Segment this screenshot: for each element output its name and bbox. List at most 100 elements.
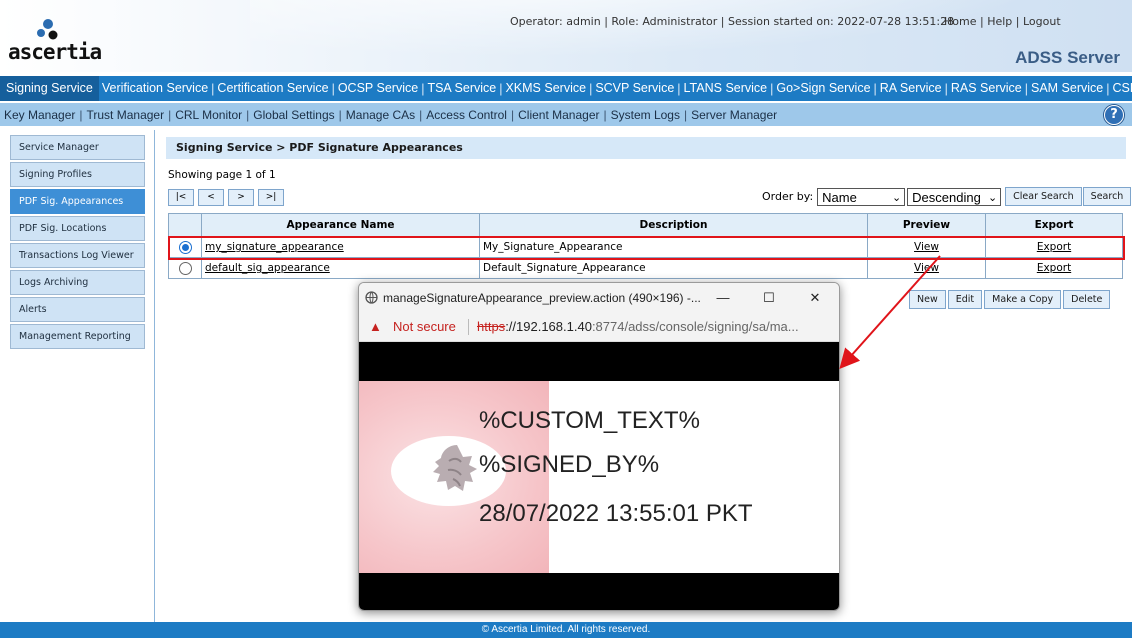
sub-nav: Key Manager | Trust Manager | CRL Monitor |… [0,103,1132,126]
sidebar-item-pdf-sig-appearances[interactable]: PDF Sig. Appearances [10,189,145,214]
warning-icon: ▲ [369,319,382,334]
nav-sam-service[interactable]: SAM Service [1028,76,1106,101]
last-page-button[interactable]: >| [258,189,284,206]
address-divider [468,319,469,335]
subnav-client-manager[interactable]: Client Manager [514,108,603,122]
sidebar-item-management-reporting[interactable]: Management Reporting [10,324,145,349]
preview-signed-by: %SIGNED_BY% [479,451,660,478]
breadcrumb: Signing Service > PDF Signature Appearan… [166,137,1126,159]
header: ascertia Operator: admin | Role: Adminis… [0,0,1132,72]
nav-scvp-service[interactable]: SCVP Service [592,76,677,101]
clear-search-button[interactable]: Clear Search [1005,187,1082,206]
table-header-row: Appearance Name Description Preview Expo… [168,213,1123,237]
nav-verification-service[interactable]: Verification Service [99,76,211,101]
appearance-name-link[interactable]: default_sig_appearance [205,262,330,274]
first-page-button[interactable]: |< [168,189,194,206]
order-direction-select[interactable]: Descending ⌄ [907,187,1002,206]
header-decoration [250,0,1132,72]
order-field-value: Name [822,189,857,205]
search-button[interactable]: Search [1082,187,1132,206]
export-link[interactable]: Export [1037,241,1071,253]
sidebar-item-transactions-log-viewer[interactable]: Transactions Log Viewer [10,243,145,268]
subnav-system-logs[interactable]: System Logs [607,108,684,122]
address-bar[interactable]: ▲ Not secure https://192.168.1.40:8774/a… [359,313,839,342]
subnav-global-settings[interactable]: Global Settings [249,108,338,122]
page-info: Showing page 1 of 1 [168,169,276,181]
help-icon[interactable]: ? [1104,105,1124,125]
subnav-key-manager[interactable]: Key Manager [0,108,79,122]
nav-tsa-service[interactable]: TSA Service [424,76,499,101]
nav-signing-service[interactable]: Signing Service [0,76,99,101]
export-cell: Export [985,236,1123,258]
subnav-manage-cas[interactable]: Manage CAs [342,108,419,122]
logo-text: ascertia [8,40,102,64]
divider [154,130,155,625]
sidebar-item-alerts[interactable]: Alerts [10,297,145,322]
column-header-preview: Preview [867,213,986,237]
name-cell: default_sig_appearance [201,257,480,279]
order-by-label: Order by: [762,190,814,203]
order-direction-value: Descending [912,189,981,205]
nav-csp-service[interactable]: CSP Service [1109,76,1132,101]
make-copy-button[interactable]: Make a Copy [984,290,1062,309]
preview-bottom-band [359,573,839,610]
row-radio[interactable] [178,261,192,275]
minimize-icon[interactable]: — [711,287,735,309]
sidebar-item-logs-archiving[interactable]: Logs Archiving [10,270,145,295]
sidebar-item-service-manager[interactable]: Service Manager [10,135,145,160]
delete-button[interactable]: Delete [1063,290,1111,309]
preview-cell: View [867,236,986,258]
export-cell: Export [985,257,1123,279]
main-nav: Signing Service Verification Service | Ce… [0,76,1132,101]
view-link[interactable]: View [914,241,939,253]
sidebar-item-signing-profiles[interactable]: Signing Profiles [10,162,145,187]
popup-title: manageSignatureAppearance_preview.action… [383,291,701,305]
sidebar: Service Manager Signing Profiles PDF Sig… [10,135,145,351]
preview-top-band [359,342,839,381]
chevron-down-icon: ⌄ [987,191,998,204]
close-icon[interactable]: ✕ [803,287,827,309]
subnav-crl-monitor[interactable]: CRL Monitor [171,108,246,122]
preview-popup-window: manageSignatureAppearance_preview.action… [358,282,840,611]
footer: © Ascertia Limited. All rights reserved. [0,622,1132,638]
view-link[interactable]: View [914,262,939,274]
appearances-table: Appearance Name Description Preview Expo… [168,213,1123,279]
nav-ras-service[interactable]: RAS Service [948,76,1025,101]
order-field-select[interactable]: Name ⌄ [817,187,906,206]
popup-title-bar: manageSignatureAppearance_preview.action… [359,283,839,313]
edit-button[interactable]: Edit [947,290,983,309]
home-link[interactable]: Home [944,15,976,28]
signature-preview: %CUSTOM_TEXT% %SIGNED_BY% 28/07/2022 13:… [359,381,839,573]
popup-url: https://192.168.1.40:8774/adss/console/s… [477,319,799,334]
next-page-button[interactable]: > [228,189,254,206]
preview-custom-text: %CUSTOM_TEXT% [479,407,700,434]
logout-link[interactable]: Logout [1023,15,1061,28]
nav-ocsp-service[interactable]: OCSP Service [335,76,421,101]
nav-xkms-service[interactable]: XKMS Service [502,76,589,101]
subnav-trust-manager[interactable]: Trust Manager [83,108,169,122]
column-header-export: Export [985,213,1123,237]
subnav-server-manager[interactable]: Server Manager [687,108,781,122]
nav-gosign-service[interactable]: Go>Sign Service [773,76,873,101]
column-header-name: Appearance Name [201,213,480,237]
pager: |< < > >| [168,189,284,206]
new-button[interactable]: New [909,290,946,309]
export-link[interactable]: Export [1037,262,1071,274]
row-select-cell [168,236,202,258]
table-row: default_sig_appearance Default_Signature… [168,257,1123,279]
row-radio[interactable] [178,240,192,254]
subnav-access-control[interactable]: Access Control [422,108,511,122]
server-title: ADSS Server [1015,48,1120,67]
description-cell: My_Signature_Appearance [479,236,868,258]
lion-logo-icon [433,445,477,491]
url-scheme: https [477,319,506,334]
appearance-name-link[interactable]: my_signature_appearance [205,241,344,253]
help-link[interactable]: Help [987,15,1012,28]
sidebar-item-pdf-sig-locations[interactable]: PDF Sig. Locations [10,216,145,241]
row-select-cell [168,257,202,279]
nav-certification-service[interactable]: Certification Service [214,76,331,101]
maximize-icon[interactable]: ☐ [757,287,781,309]
nav-ra-service[interactable]: RA Service [877,76,945,101]
prev-page-button[interactable]: < [198,189,224,206]
nav-ltans-service[interactable]: LTANS Service [681,76,771,101]
